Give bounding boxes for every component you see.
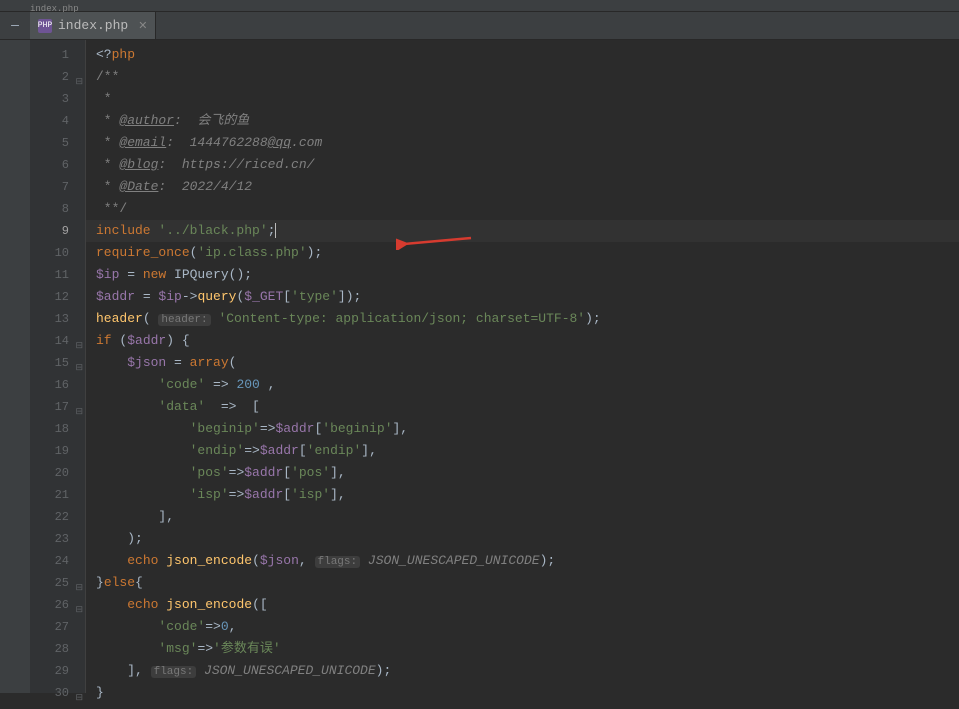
editor[interactable]: 12⊟34567891011121314⊟15⊟1617⊟18192021222… [0, 40, 959, 693]
tool-stripe [0, 40, 30, 693]
line-number[interactable]: 8 [30, 198, 85, 220]
fold-icon[interactable]: ⊟ [73, 577, 83, 587]
tab-bar: — PHP index.php ✕ [0, 12, 959, 40]
line-number[interactable]: 13 [30, 308, 85, 330]
code-line[interactable]: * @author: 会飞的鱼 [86, 110, 959, 132]
line-number[interactable]: 27 [30, 616, 85, 638]
fold-icon[interactable]: ⊟ [73, 687, 83, 697]
fold-icon[interactable]: ⊟ [73, 357, 83, 367]
tab-index-php[interactable]: PHP index.php ✕ [30, 12, 156, 39]
line-number[interactable]: 14⊟ [30, 330, 85, 352]
line-number[interactable]: 24 [30, 550, 85, 572]
code-line[interactable]: 'beginip'=>$addr['beginip'], [86, 418, 959, 440]
line-number[interactable]: 12 [30, 286, 85, 308]
code-line[interactable]: echo json_encode([ [86, 594, 959, 616]
code-line[interactable]: * @blog: https://riced.cn/ [86, 154, 959, 176]
line-number[interactable]: 20 [30, 462, 85, 484]
code-line[interactable]: $addr = $ip->query($_GET['type']); [86, 286, 959, 308]
code-line[interactable]: require_once('ip.class.php'); [86, 242, 959, 264]
line-number[interactable]: 22 [30, 506, 85, 528]
code-line[interactable]: ], flags: JSON_UNESCAPED_UNICODE); [86, 660, 959, 682]
line-number[interactable]: 29 [30, 660, 85, 682]
line-number[interactable]: 23 [30, 528, 85, 550]
menu-icon[interactable]: — [0, 18, 30, 33]
line-number[interactable]: 30⊟ [30, 682, 85, 704]
code-line[interactable]: 'code'=>0, [86, 616, 959, 638]
fold-icon[interactable]: ⊟ [73, 401, 83, 411]
code-line[interactable]: if ($addr) { [86, 330, 959, 352]
line-number[interactable]: 16 [30, 374, 85, 396]
code-line[interactable]: include '../black.php'; [86, 220, 959, 242]
code-line[interactable]: * [86, 88, 959, 110]
line-number[interactable]: 19 [30, 440, 85, 462]
line-number[interactable]: 15⊟ [30, 352, 85, 374]
line-number[interactable]: 10 [30, 242, 85, 264]
fold-icon[interactable]: ⊟ [73, 71, 83, 81]
line-number[interactable]: 3 [30, 88, 85, 110]
code-line[interactable]: ], [86, 506, 959, 528]
line-number[interactable]: 9 [30, 220, 85, 242]
code-area[interactable]: <?php/** * * @author: 会飞的鱼 * @email: 144… [86, 40, 959, 693]
code-line[interactable]: 'msg'=>'参数有误' [86, 638, 959, 660]
php-file-icon: PHP [38, 19, 52, 33]
code-line[interactable]: }else{ [86, 572, 959, 594]
code-line[interactable]: header( header: 'Content-type: applicati… [86, 308, 959, 330]
line-number[interactable]: 4 [30, 110, 85, 132]
code-line[interactable]: 'endip'=>$addr['endip'], [86, 440, 959, 462]
line-number[interactable]: 18 [30, 418, 85, 440]
code-line[interactable]: } [86, 682, 959, 704]
line-number[interactable]: 21 [30, 484, 85, 506]
line-number[interactable]: 26⊟ [30, 594, 85, 616]
gutter[interactable]: 12⊟34567891011121314⊟15⊟1617⊟18192021222… [30, 40, 86, 693]
code-line[interactable]: <?php [86, 44, 959, 66]
code-line[interactable]: 'isp'=>$addr['isp'], [86, 484, 959, 506]
code-line[interactable]: 'code' => 200 , [86, 374, 959, 396]
fold-icon[interactable]: ⊟ [73, 599, 83, 609]
close-icon[interactable]: ✕ [138, 19, 147, 33]
code-line[interactable]: **/ [86, 198, 959, 220]
line-number[interactable]: 11 [30, 264, 85, 286]
code-line[interactable]: * @email: 1444762288@qq.com [86, 132, 959, 154]
code-line[interactable]: 'pos'=>$addr['pos'], [86, 462, 959, 484]
code-line[interactable]: echo json_encode($json, flags: JSON_UNES… [86, 550, 959, 572]
code-line[interactable]: ); [86, 528, 959, 550]
title-bar: index.php [0, 0, 959, 12]
line-number[interactable]: 2⊟ [30, 66, 85, 88]
line-number[interactable]: 28 [30, 638, 85, 660]
fold-icon[interactable]: ⊟ [73, 335, 83, 345]
line-number[interactable]: 6 [30, 154, 85, 176]
line-number[interactable]: 1 [30, 44, 85, 66]
code-line[interactable]: /** [86, 66, 959, 88]
code-line[interactable]: $ip = new IPQuery(); [86, 264, 959, 286]
line-number[interactable]: 7 [30, 176, 85, 198]
tab-label: index.php [58, 18, 128, 33]
code-line[interactable]: 'data' => [ [86, 396, 959, 418]
line-number[interactable]: 5 [30, 132, 85, 154]
line-number[interactable]: 25⊟ [30, 572, 85, 594]
code-line[interactable]: * @Date: 2022/4/12 [86, 176, 959, 198]
line-number[interactable]: 17⊟ [30, 396, 85, 418]
code-line[interactable]: $json = array( [86, 352, 959, 374]
